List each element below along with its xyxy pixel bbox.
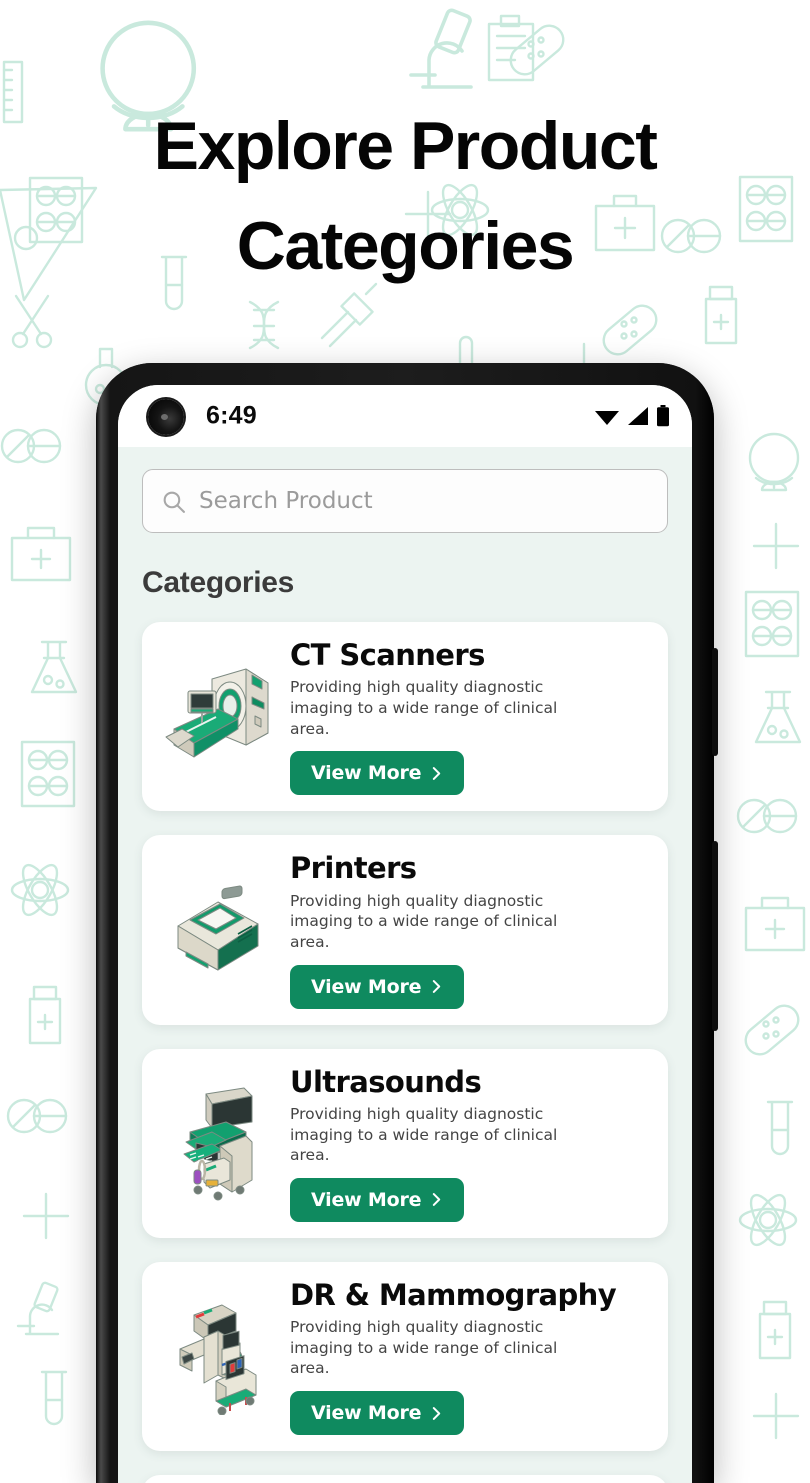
category-description: Providing high quality diagnostic imagin… <box>290 1104 558 1165</box>
status-bar-icons <box>594 405 670 427</box>
chevron-right-icon <box>433 1193 441 1207</box>
category-description: Providing high quality diagnostic imagin… <box>290 891 558 951</box>
battery-icon <box>657 405 669 427</box>
category-card[interactable]: CT Scanners Providing high quality diagn… <box>142 622 668 812</box>
status-bar-time: 6:49 <box>206 401 257 430</box>
category-card-partial[interactable] <box>142 1475 668 1483</box>
view-more-button[interactable]: View More <box>290 1177 465 1222</box>
cellular-signal-icon <box>628 407 648 425</box>
phone-mockup: 6:49 Search Product Categories CT Scanne… <box>96 363 718 1483</box>
chevron-right-icon <box>433 1406 441 1420</box>
view-more-label: View More <box>311 762 422 785</box>
screen-content: Search Product Categories CT Scanners Pr… <box>118 447 692 1483</box>
page-title: Explore Product Categories <box>0 96 810 296</box>
view-more-button[interactable]: View More <box>290 1391 465 1436</box>
front-camera-icon <box>148 399 184 435</box>
page-title-line-1: Explore Product <box>153 108 658 184</box>
category-title: CT Scanners <box>290 638 485 672</box>
category-card-body: CT Scanners Providing high quality diagn… <box>290 638 652 796</box>
chevron-right-icon <box>433 766 441 780</box>
category-card-body: DR & Mammography Providing high quality … <box>290 1277 652 1436</box>
category-title: Ultrasounds <box>290 1064 482 1099</box>
page-title-line-2: Categories <box>236 208 575 284</box>
category-card-body: Ultrasounds Providing high quality diagn… <box>290 1065 652 1222</box>
category-card[interactable]: Printers Providing high quality diagnost… <box>142 835 668 1025</box>
status-bar: 6:49 <box>118 385 692 447</box>
view-more-button[interactable]: View More <box>290 964 465 1009</box>
category-title: Printers <box>290 851 417 886</box>
search-input[interactable]: Search Product <box>142 469 668 533</box>
phone-volume-button[interactable] <box>712 841 718 1031</box>
search-placeholder: Search Product <box>199 488 373 514</box>
ultrasound-illustration <box>158 1082 280 1204</box>
category-card-list: CT Scanners Providing high quality diagn… <box>142 622 668 1483</box>
ct-scanner-illustration <box>158 656 280 778</box>
view-more-label: View More <box>311 1188 422 1211</box>
chevron-right-icon <box>433 980 441 993</box>
category-description: Providing high quality diagnostic imagin… <box>290 678 558 738</box>
category-card[interactable]: DR & Mammography Providing high quality … <box>142 1261 668 1452</box>
phone-screen: 6:49 Search Product Categories CT Scanne… <box>118 385 692 1483</box>
category-title: DR & Mammography <box>290 1277 617 1312</box>
category-card[interactable]: Ultrasounds Providing high quality diagn… <box>142 1048 668 1238</box>
section-title-categories: Categories <box>142 566 295 599</box>
phone-power-button[interactable] <box>712 648 718 756</box>
view-more-button[interactable]: View More <box>290 751 465 796</box>
category-card-body: Printers Providing high quality diagnost… <box>290 851 652 1009</box>
wifi-icon <box>595 411 619 425</box>
search-icon <box>163 491 185 513</box>
mammography-illustration <box>158 1295 280 1417</box>
view-more-label: View More <box>311 975 422 998</box>
category-description: Providing high quality diagnostic imagin… <box>290 1318 558 1378</box>
printer-illustration <box>158 869 280 991</box>
view-more-label: View More <box>311 1402 422 1425</box>
